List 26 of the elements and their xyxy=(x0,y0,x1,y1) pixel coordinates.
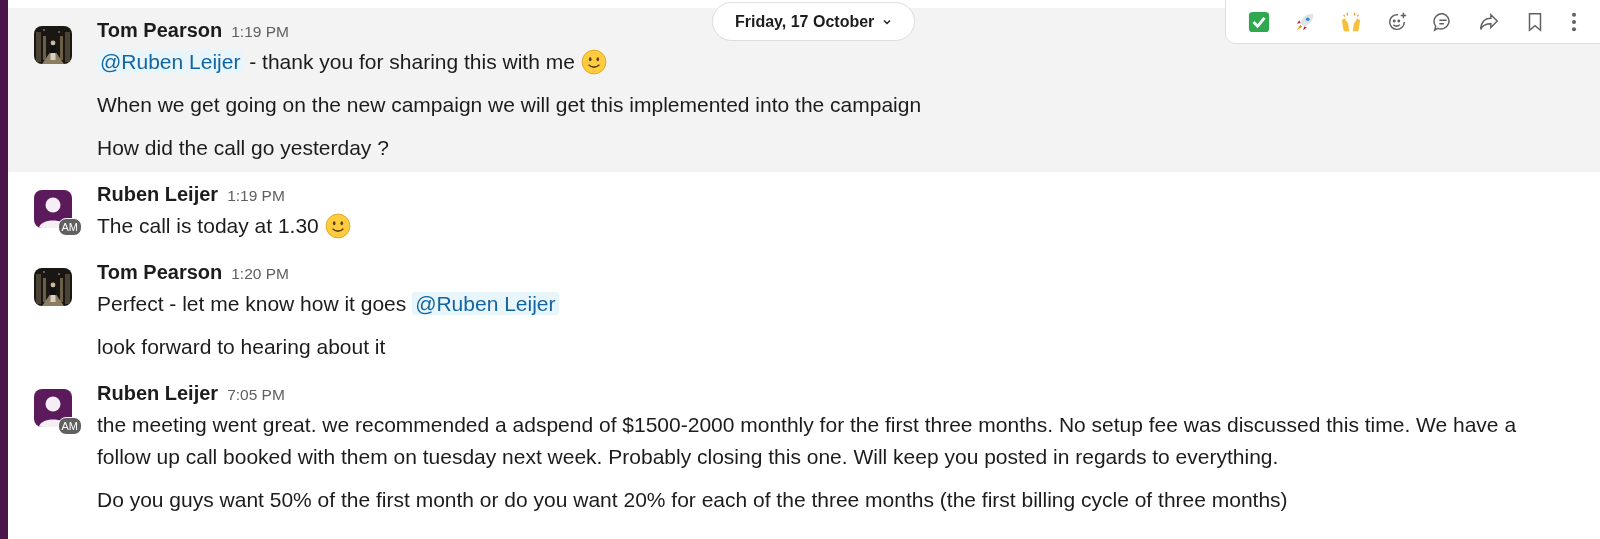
smiley-icon xyxy=(580,49,607,75)
author-name[interactable]: Tom Pearson xyxy=(97,258,223,286)
smiley-icon xyxy=(324,213,351,239)
message-text: The call is today at 1.30 xyxy=(97,210,1560,242)
date-divider-button[interactable]: Friday, 17 October xyxy=(712,2,916,41)
author-name[interactable]: Tom Pearson xyxy=(97,16,223,44)
check-mark-icon[interactable] xyxy=(1248,10,1270,33)
message-text: Do you guys want 50% of the first month or do you want 20% for each of the three months (the first billing cycle of three months) xyxy=(97,487,1289,513)
message-text: the meeting went great. we recommended a adspend of $1500-2000 monthly for the first three months. No setup fee was discussed this time. We have a follow up call booked with them on tuesday next week. Probably closing this one. Will keep you posted in regards to everything. xyxy=(97,412,1518,470)
status-badge: AM xyxy=(57,417,82,435)
message-time[interactable]: 7:05 PM xyxy=(227,381,285,409)
message-time[interactable]: 1:19 PM xyxy=(231,18,289,46)
message-time[interactable]: 1:20 PM xyxy=(231,260,289,288)
message-text: Perfect - let me know how it goes @Ruben Leijer xyxy=(97,288,1560,320)
more-icon[interactable] xyxy=(1570,10,1578,33)
author-name[interactable]: Ruben Leijer xyxy=(97,180,219,208)
mention-link[interactable]: @Ruben Leijer xyxy=(412,292,559,315)
author-name[interactable]: Ruben Leijer xyxy=(97,379,219,407)
message-text: How did the call go yesterday ? xyxy=(97,135,390,161)
message-time[interactable]: 1:19 PM xyxy=(227,182,285,210)
mention-link[interactable]: @Ruben Leijer xyxy=(97,50,244,73)
message-text: When we get going on the new campaign we will get this implemented into the campaign xyxy=(97,92,923,118)
status-badge: AM xyxy=(57,218,82,236)
message-text: @Ruben Leijer - thank you for sharing this with me xyxy=(97,46,1560,78)
add-reaction-icon[interactable] xyxy=(1386,10,1408,33)
message-text: look forward to hearing about it xyxy=(97,334,387,360)
